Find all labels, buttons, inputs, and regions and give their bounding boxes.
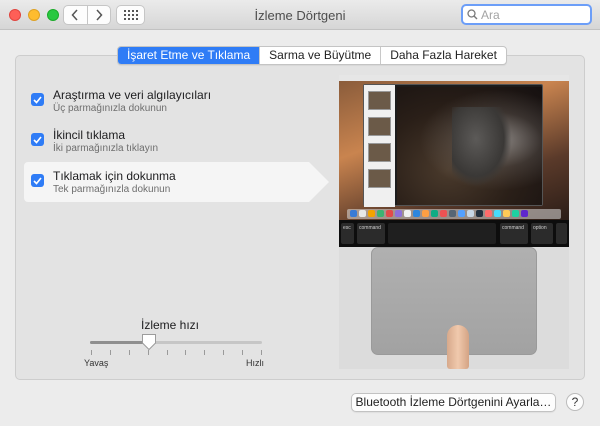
tab-more-gestures[interactable]: Daha Fazla Hareket	[380, 47, 506, 64]
slider-tick	[223, 350, 225, 355]
tracking-speed-label: İzleme hızı	[140, 318, 200, 332]
preview-thumbnail	[368, 117, 391, 136]
preview-thumbnail	[368, 169, 391, 188]
checkbox-secondary-click[interactable]	[31, 133, 44, 146]
slider-tick	[204, 350, 206, 355]
preview-thumbnail	[368, 143, 391, 162]
checkmark-icon	[33, 176, 42, 185]
preview-thumbnail-strip	[364, 85, 395, 207]
preview-touch-bar: esc command command option	[339, 220, 569, 247]
touchbar-key-esc: esc	[341, 223, 354, 244]
slider-tick	[185, 350, 187, 355]
touchbar-key-arrow	[556, 223, 567, 244]
option-tap-to-click[interactable]: Tıklamak için dokunma Tek parmağınızla d…	[24, 162, 329, 202]
preview-screen	[339, 75, 569, 220]
option-title: Araştırma ve veri algılayıcıları	[53, 88, 212, 102]
slider-tick	[261, 350, 262, 355]
option-lookup-data-detectors[interactable]: Araştırma ve veri algılayıcıları Üç parm…	[24, 81, 324, 121]
slider-thumb[interactable]	[141, 333, 157, 351]
slider-min-label: Yavaş	[84, 358, 109, 368]
title-bar: İzleme Dörtgeni	[0, 0, 600, 30]
slider-tick	[109, 350, 111, 355]
preview-photos-window	[363, 84, 543, 207]
checkbox-tap-to-click[interactable]	[31, 174, 44, 187]
search-field[interactable]	[461, 4, 592, 25]
tab-bar: İşaret Etme ve Tıklama Sarma ve Büyütme …	[117, 46, 507, 65]
option-title: İkincil tıklama	[53, 128, 126, 142]
slider-tick	[166, 350, 168, 355]
checkbox-lookup[interactable]	[31, 93, 44, 106]
touchbar-key-command-left: command	[357, 223, 385, 244]
search-icon	[467, 9, 478, 20]
help-button[interactable]: ?	[566, 393, 584, 411]
finger-illustration	[447, 325, 469, 369]
tracking-speed-slider[interactable]	[90, 341, 262, 344]
slider-max-label: Hızlı	[246, 358, 264, 368]
option-title: Tıklamak için dokunma	[53, 169, 176, 183]
preview-dock	[347, 209, 561, 219]
preview-photo	[397, 87, 542, 205]
option-subtitle: Üç parmağınızla dokunun	[53, 103, 167, 114]
preview-thumbnail	[368, 91, 391, 110]
slider-tick	[128, 350, 130, 355]
tab-scroll-and-zoom[interactable]: Sarma ve Büyütme	[259, 47, 380, 64]
checkmark-icon	[33, 135, 42, 144]
checkmark-icon	[33, 95, 42, 104]
option-secondary-click[interactable]: İkincil tıklama İki parmağınızla tıklayı…	[24, 121, 324, 161]
setup-bluetooth-trackpad-button[interactable]: Bluetooth İzleme Dörtgenini Ayarla…	[351, 393, 556, 412]
touchbar-field	[388, 223, 496, 244]
option-subtitle: Tek parmağınızla dokunun	[53, 184, 171, 195]
tab-point-and-click[interactable]: İşaret Etme ve Tıklama	[118, 47, 260, 64]
slider-tick	[91, 350, 92, 355]
option-subtitle: İki parmağınızla tıklayın	[53, 143, 159, 154]
preview-photo-subject	[452, 107, 512, 187]
touchbar-key-command-right: command	[500, 223, 528, 244]
search-input[interactable]	[481, 7, 581, 22]
touchbar-key-option: option	[531, 223, 553, 244]
slider-tick	[242, 350, 244, 355]
